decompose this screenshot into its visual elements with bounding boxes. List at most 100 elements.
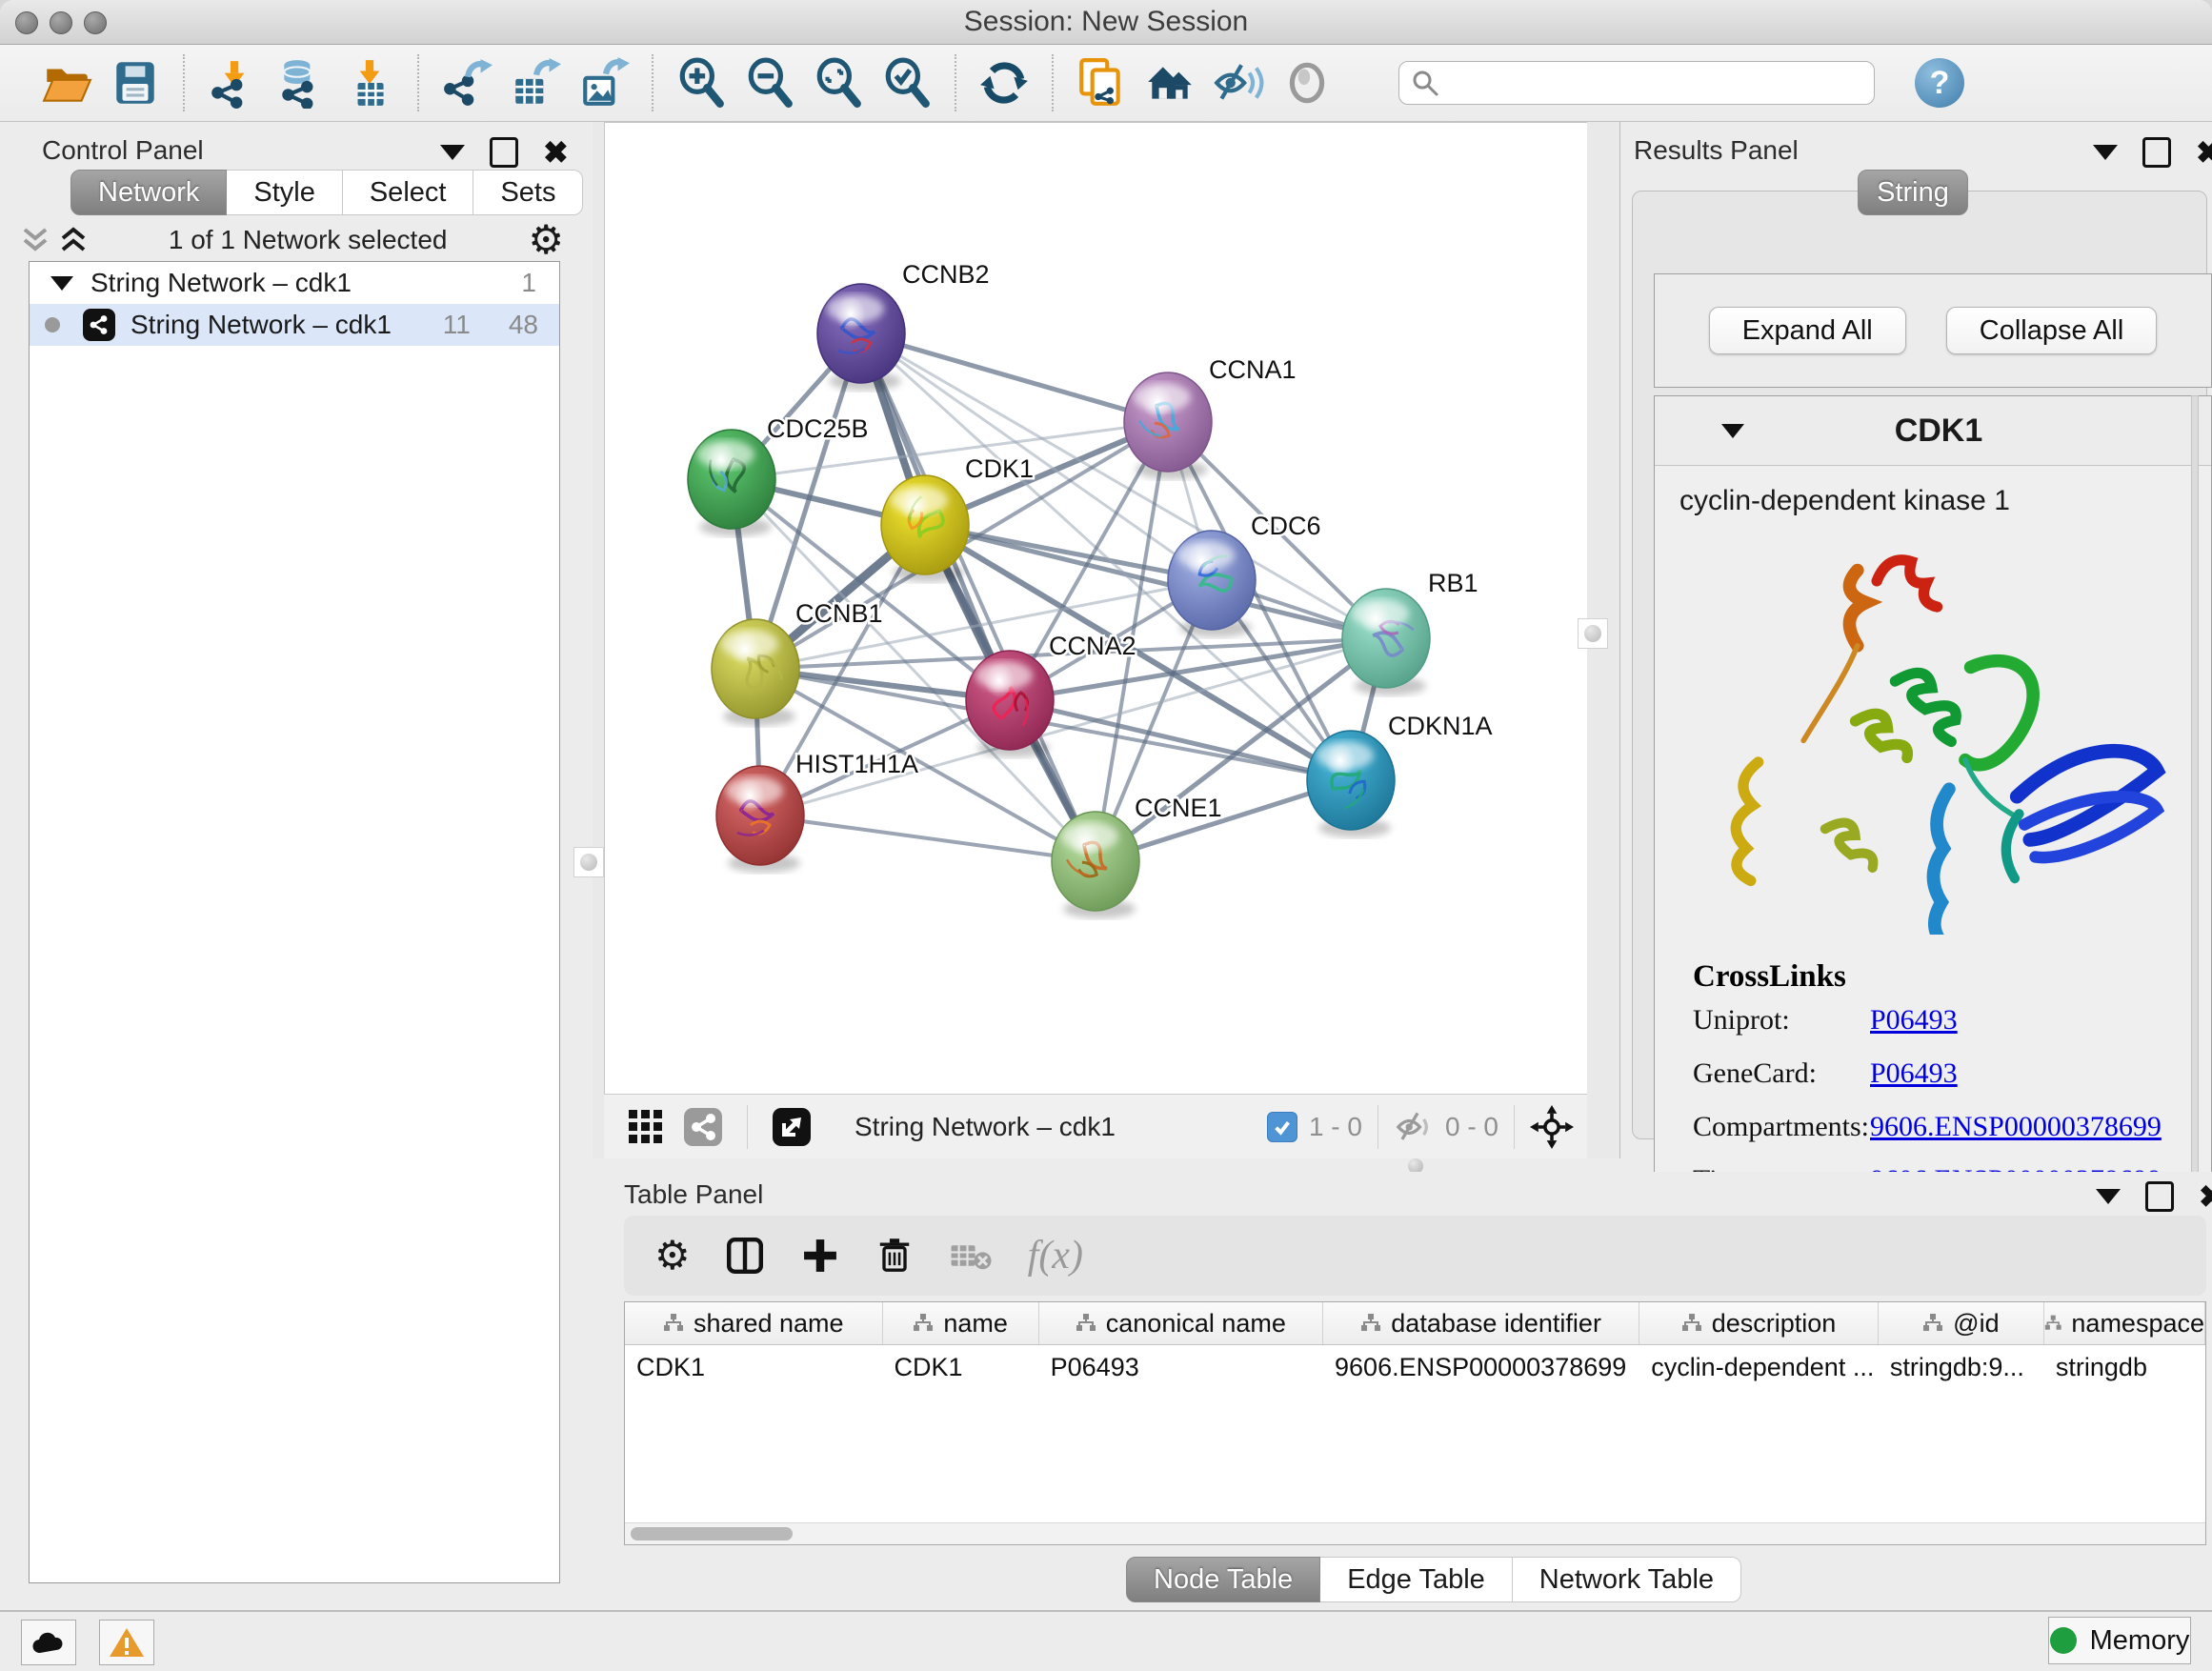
right-splitter-handle[interactable]: [1578, 618, 1608, 649]
network-selection-status: 1 of 1 Network selected: [88, 225, 528, 255]
network-collection-row[interactable]: String Network – cdk1 1: [30, 262, 559, 304]
export-table-button[interactable]: [508, 55, 563, 111]
zoom-selected-button[interactable]: [879, 55, 935, 111]
home-button[interactable]: [1142, 55, 1197, 111]
node-table[interactable]: shared name namecanonical namedatabase id…: [624, 1301, 2206, 1545]
network-options-gear-icon[interactable]: ⚙: [528, 221, 564, 259]
protein-header[interactable]: CDK1: [1655, 396, 2211, 466]
collapse-all-icon[interactable]: [21, 224, 50, 256]
table-cell[interactable]: 9606.ENSP00000378699: [1323, 1345, 1639, 1389]
tab-style[interactable]: Style: [227, 170, 342, 215]
tab-network-table[interactable]: Network Table: [1513, 1557, 1741, 1602]
collapse-panel-icon[interactable]: [440, 145, 465, 160]
zoom-in-button[interactable]: [674, 55, 729, 111]
network-node-cdkn1a[interactable]: CDKN1A: [1307, 712, 1493, 837]
column-header[interactable]: namespace: [2044, 1302, 2205, 1344]
network-canvas[interactable]: CCNB2CCNA1CDC25BCDK1CDC6RB1CCNB1CCNA2CDK…: [604, 122, 1588, 1095]
tab-network[interactable]: Network: [70, 170, 227, 215]
table-options-gear-icon[interactable]: ⚙: [654, 1237, 691, 1275]
network-edge[interactable]: [861, 333, 1096, 861]
tab-node-table[interactable]: Node Table: [1126, 1557, 1320, 1602]
tree-expand-icon[interactable]: [50, 276, 73, 291]
show-columns-icon[interactable]: [723, 1234, 767, 1278]
column-header[interactable]: @id: [1879, 1302, 2044, 1344]
table-cell[interactable]: CDK1: [625, 1345, 883, 1389]
float-panel-icon[interactable]: [490, 137, 518, 168]
grid-view-button[interactable]: [624, 1105, 668, 1149]
collapse-panel-icon[interactable]: [2093, 145, 2118, 160]
birdseye-navigator-icon[interactable]: [1530, 1105, 1574, 1149]
export-network-button[interactable]: [439, 55, 494, 111]
column-header-label: shared name: [694, 1309, 844, 1339]
warnings-button[interactable]: [99, 1620, 154, 1665]
close-panel-icon[interactable]: ✖: [543, 140, 569, 165]
zoom-fit-button[interactable]: [811, 55, 866, 111]
node-label: CDK1: [965, 454, 1034, 483]
network-edge[interactable]: [1010, 700, 1351, 780]
column-header[interactable]: database identifier: [1323, 1302, 1639, 1344]
compartments-link[interactable]: 9606.ENSP00000378699: [1870, 1111, 2162, 1143]
close-panel-icon[interactable]: ✖: [2199, 1184, 2212, 1209]
search-field[interactable]: [1398, 61, 1875, 105]
table-cell[interactable]: CDK1: [883, 1345, 1039, 1389]
export-image-button[interactable]: [576, 55, 632, 111]
network-row-selected[interactable]: String Network – cdk1 11 48: [30, 304, 559, 346]
memory-button[interactable]: Memory: [2048, 1617, 2191, 1664]
save-session-button[interactable]: [108, 55, 163, 111]
show-all-button[interactable]: [1279, 55, 1335, 111]
column-header[interactable]: shared name: [625, 1302, 883, 1344]
help-button[interactable]: ?: [1915, 58, 1964, 108]
column-header[interactable]: canonical name: [1039, 1302, 1323, 1344]
table-cell[interactable]: stringdb:9...: [1879, 1345, 2044, 1389]
redraw-network-button[interactable]: [976, 55, 1032, 111]
clone-network-button[interactable]: [1074, 55, 1129, 111]
table-hscroll-thumb[interactable]: [631, 1527, 793, 1540]
float-panel-icon[interactable]: [2142, 137, 2171, 168]
tab-string[interactable]: String: [1858, 170, 1968, 215]
network-edge[interactable]: [861, 333, 1168, 422]
tab-sets[interactable]: Sets: [473, 170, 583, 215]
tab-select[interactable]: Select: [343, 170, 474, 215]
network-edges[interactable]: [732, 333, 1386, 861]
expand-all-button[interactable]: Expand All: [1709, 307, 1906, 354]
results-scrollbar[interactable]: [2191, 395, 2199, 1201]
delete-column-icon[interactable]: [874, 1235, 915, 1277]
table-cell[interactable]: stringdb: [2044, 1345, 2205, 1389]
network-graph[interactable]: CCNB2CCNA1CDC25BCDK1CDC6RB1CCNB1CCNA2CDK…: [605, 123, 1588, 1095]
left-splitter-handle[interactable]: [573, 847, 604, 877]
network-overview-button[interactable]: [681, 1105, 725, 1149]
search-input[interactable]: [1439, 68, 1843, 99]
cloud-status-button[interactable]: [21, 1620, 76, 1665]
section-collapse-icon[interactable]: [1721, 424, 1744, 438]
detach-view-button[interactable]: [770, 1105, 814, 1149]
zoom-out-button[interactable]: [742, 55, 797, 111]
import-table-file-button[interactable]: [342, 55, 397, 111]
left-splitter[interactable]: [593, 122, 604, 1158]
tab-edge-table[interactable]: Edge Table: [1320, 1557, 1513, 1602]
open-session-button[interactable]: [39, 55, 94, 111]
import-network-database-button[interactable]: [273, 55, 329, 111]
close-panel-icon[interactable]: ✖: [2196, 140, 2212, 165]
uniprot-link[interactable]: P06493: [1870, 1004, 1958, 1037]
float-panel-icon[interactable]: [2145, 1181, 2174, 1212]
hide-selected-button[interactable]: [1211, 55, 1266, 111]
table-row[interactable]: CDK1CDK1P064939606.ENSP00000378699cyclin…: [625, 1345, 2205, 1389]
network-node-ccne1[interactable]: CCNE1: [1052, 794, 1222, 918]
expand-all-icon[interactable]: [59, 224, 88, 256]
hidden-eye-icon[interactable]: [1394, 1110, 1434, 1144]
collapse-all-button[interactable]: Collapse All: [1946, 307, 2158, 354]
network-edge[interactable]: [760, 815, 1096, 861]
network-node-ccna1[interactable]: CCNA1: [1124, 355, 1297, 479]
selected-count-checkbox[interactable]: [1267, 1112, 1297, 1142]
network-node-rb1[interactable]: RB1: [1342, 569, 1478, 695]
column-header[interactable]: name: [883, 1302, 1039, 1344]
column-header[interactable]: description: [1639, 1302, 1879, 1344]
table-cell[interactable]: cyclin-dependent ...: [1639, 1345, 1879, 1389]
table-hscrollbar[interactable]: [625, 1522, 2205, 1544]
genecard-link[interactable]: P06493: [1870, 1057, 1958, 1090]
collapse-panel-icon[interactable]: [2096, 1189, 2121, 1204]
network-node-hist1h1a[interactable]: HIST1H1A: [716, 750, 918, 873]
add-column-icon[interactable]: [799, 1235, 841, 1277]
import-network-file-button[interactable]: [205, 55, 260, 111]
table-cell[interactable]: P06493: [1039, 1345, 1323, 1389]
